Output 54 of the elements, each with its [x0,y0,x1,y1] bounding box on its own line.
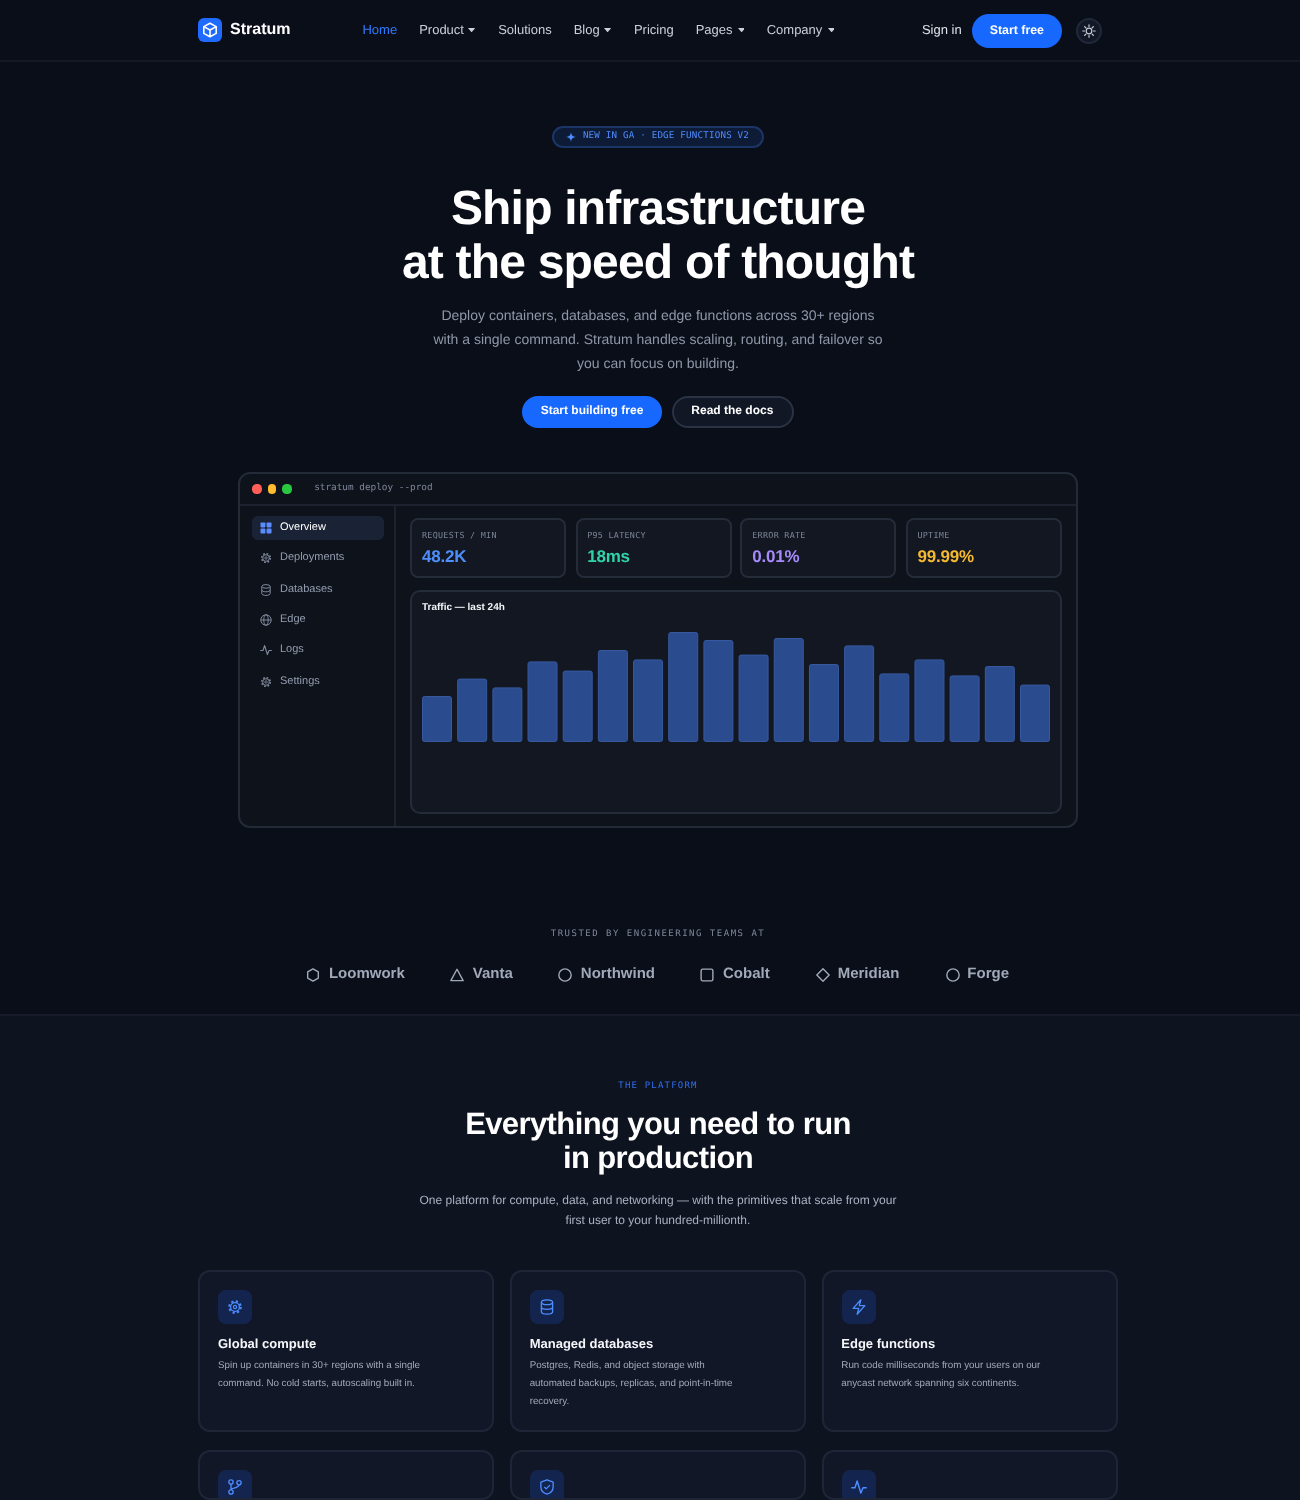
circle-icon [558,967,573,982]
sparkle-icon [566,132,577,142]
branch-icon [218,1469,252,1498]
window-close-dot-icon[interactable] [252,484,261,494]
chart-bar [668,632,699,743]
hero-title: Ship infrastructure at the speed of thought [401,182,915,290]
chart-bar [773,638,804,743]
chart-bar [492,687,523,743]
theme-toggle[interactable] [1076,17,1102,43]
chart-bar [597,650,628,743]
gear-icon [260,552,272,565]
chart-bar [703,640,734,743]
globe-icon [260,613,272,626]
logo-icon [198,18,222,42]
chart-bar [879,673,910,743]
hexagon-icon [306,967,321,982]
circle-icon [945,967,960,982]
caret-icon [737,27,745,33]
stat-value: 0.01% [752,546,802,567]
chart-bar [984,666,1015,743]
chart-bar [527,661,558,743]
chart-bar [562,670,593,743]
brand-name: Stratum [230,20,291,40]
caret-icon [827,27,835,33]
chart-bar [738,654,769,743]
square-icon [700,967,715,982]
chart-bar [949,675,980,743]
grid-icon [260,522,272,535]
stat-value: 48.2K [422,546,469,567]
chart-bar [457,678,488,743]
gear-icon [218,1290,252,1325]
chart-bar [1020,684,1050,743]
caret-icon [468,27,477,33]
triangle-icon [450,967,465,982]
database-icon [529,1290,564,1325]
stat-value: 18ms [587,546,632,567]
section-title: Everything you need to run in production [465,1107,851,1178]
diamond-icon [815,967,830,982]
pulse-icon [841,1469,876,1498]
database-icon [260,583,272,596]
gear-icon [260,675,272,688]
chart-bar [633,659,664,743]
lightning-icon [841,1290,876,1325]
chart-bar [844,645,875,743]
chart-bar [914,659,945,743]
caret-icon [604,27,612,33]
shield-icon [529,1469,564,1498]
chart-bar [422,696,452,743]
pulse-icon [260,644,272,657]
window-minimize-dot-icon[interactable] [267,484,277,494]
window-maximize-dot-icon[interactable] [282,484,292,494]
sun-icon [1082,23,1096,37]
chart-bar [808,664,839,743]
stat-value: 99.99% [917,546,976,567]
